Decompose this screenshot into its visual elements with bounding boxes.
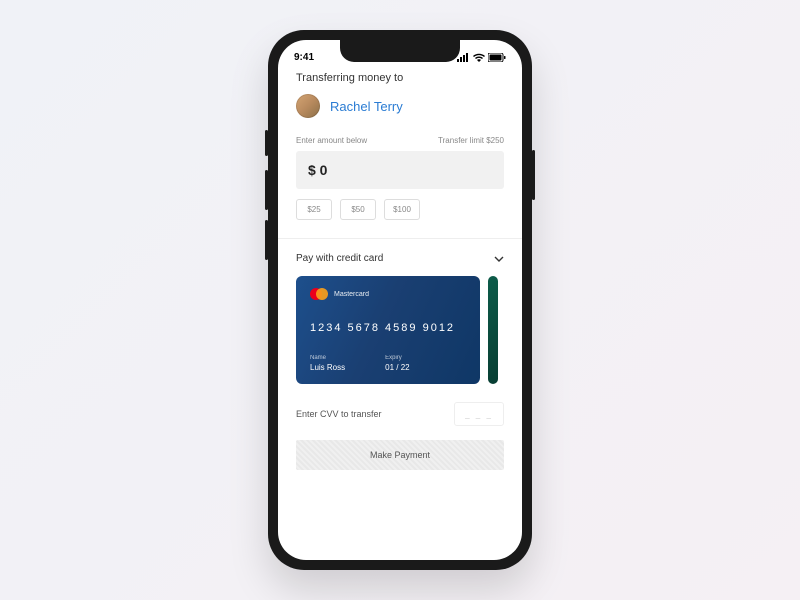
cvv-input[interactable]: _ _ _ [454,402,504,426]
card-name-label: Name [310,355,345,361]
status-time: 9:41 [294,52,314,63]
recipient-row[interactable]: Rachel Terry [296,94,504,118]
side-button [265,170,268,210]
card-expiry-label: Expiry [385,355,409,361]
avatar [296,94,320,118]
quick-amount-50[interactable]: $50 [340,199,376,220]
signal-icon [457,53,470,62]
quick-amount-100[interactable]: $100 [384,199,420,220]
battery-icon [488,53,506,62]
make-payment-button[interactable]: Make Payment [296,440,504,470]
pay-method-toggle[interactable]: Pay with credit card [296,253,504,264]
notch [340,40,460,62]
credit-card[interactable]: Mastercard 1234 5678 4589 9012 Name Luis… [296,276,480,384]
wifi-icon [473,53,485,62]
side-button [265,130,268,156]
side-button [265,220,268,260]
credit-card-next[interactable] [488,276,498,384]
card-expiry: 01 / 22 [385,363,409,372]
divider [278,238,522,239]
quick-amount-25[interactable]: $25 [296,199,332,220]
transfer-limit: Transfer limit $250 [438,136,504,145]
pay-method-label: Pay with credit card [296,253,383,264]
mastercard-icon [310,288,328,300]
card-number: 1234 5678 4589 9012 [310,322,466,334]
chevron-down-icon [494,254,504,264]
page-heading: Transferring money to [296,72,504,84]
amount-input[interactable]: $ 0 [296,151,504,189]
amount-label: Enter amount below [296,136,367,145]
card-brand: Mastercard [334,291,369,298]
cvv-label: Enter CVV to transfer [296,409,382,419]
phone-frame: 9:41 Transferring money to Rachel Terry … [268,30,532,570]
recipient-name: Rachel Terry [330,99,403,114]
card-name: Luis Ross [310,363,345,372]
screen: 9:41 Transferring money to Rachel Terry … [278,40,522,560]
side-button [532,150,535,200]
